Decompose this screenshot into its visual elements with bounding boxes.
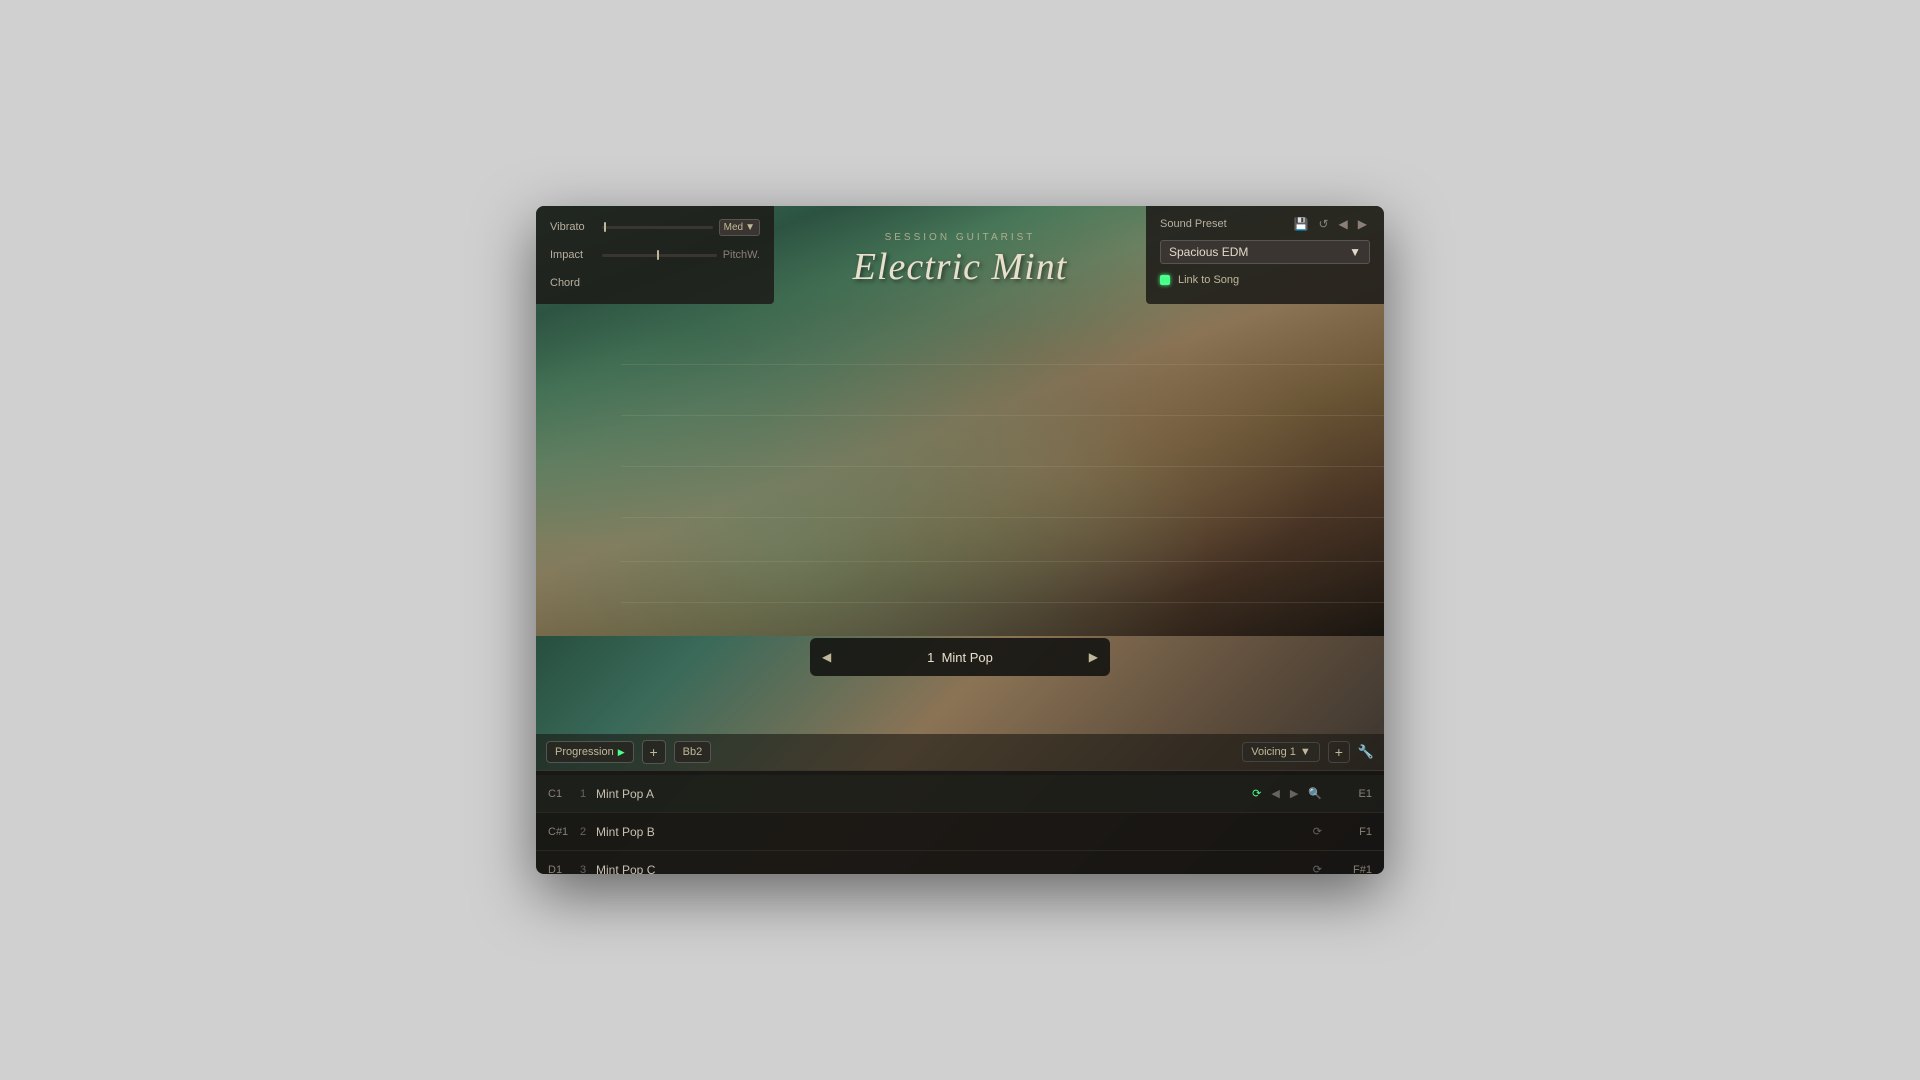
pitchw-label: PitchW. <box>723 249 760 261</box>
pattern-list: C1 1 Mint Pop A ⟳ ◀ ▶ 🔍 E1 C#1 2 Mint Po… <box>536 771 1384 874</box>
left-controls-panel: Vibrato Med ▼ Impact PitchW. Chord <box>536 206 774 304</box>
pattern-prev-btn-0[interactable]: ◀ <box>1269 785 1281 802</box>
link-to-song-row: Link to Song <box>1160 274 1370 286</box>
pattern-next-btn-0[interactable]: ▶ <box>1288 785 1300 802</box>
preset-dropdown[interactable]: Spacious EDM ▼ <box>1160 240 1370 264</box>
pattern-note-0: C1 <box>548 788 580 800</box>
pattern-next-btn[interactable]: ▶ <box>1081 646 1106 668</box>
vibrato-row: Vibrato Med ▼ <box>550 216 760 238</box>
impact-row: Impact PitchW. <box>550 244 760 266</box>
add-pattern-btn[interactable]: + <box>642 740 666 764</box>
preset-prev-btn[interactable]: ◀ <box>1336 216 1351 232</box>
play-icon: ▶ <box>618 747 625 758</box>
pattern-number-2: 3 <box>580 864 596 875</box>
sound-preset-header: Sound Preset 💾 ↺ ◀ ▶ <box>1160 216 1370 232</box>
voicing-dropdown-arrow: ▼ <box>1300 746 1311 758</box>
pattern-name-2: Mint Pop C <box>596 863 1311 875</box>
preset-next-btn[interactable]: ▶ <box>1355 216 1370 232</box>
pattern-icons-0: ⟳ ◀ ▶ 🔍 <box>1250 785 1324 802</box>
plugin-title: Electric Mint <box>853 247 1068 289</box>
dropdown-chevron-icon: ▼ <box>1349 245 1361 259</box>
vibrato-thumb <box>604 222 606 232</box>
impact-thumb <box>657 250 659 260</box>
pattern-note-2: D1 <box>548 864 580 875</box>
pattern-name-0: Mint Pop A <box>596 787 1250 801</box>
voicing-settings-btn[interactable]: 🔧 <box>1358 744 1374 760</box>
pattern-loop-btn-2[interactable]: ⟳ <box>1311 861 1324 874</box>
pattern-note-right-1: F1 <box>1340 826 1372 838</box>
sound-preset-label: Sound Preset <box>1160 218 1227 230</box>
voicing-dropdown[interactable]: Voicing 1 ▼ <box>1242 742 1320 762</box>
voicing-add-btn[interactable]: + <box>1328 741 1350 763</box>
pattern-note-1: C#1 <box>548 826 580 838</box>
preset-name: Spacious EDM <box>1169 245 1248 259</box>
table-row[interactable]: C1 1 Mint Pop A ⟳ ◀ ▶ 🔍 E1 <box>536 775 1384 813</box>
med-dropdown[interactable]: Med ▼ <box>719 219 760 236</box>
bottom-panel: C1 1 Mint Pop A ⟳ ◀ ▶ 🔍 E1 C#1 2 Mint Po… <box>536 770 1384 874</box>
pattern-prev-btn[interactable]: ◀ <box>814 646 839 668</box>
plugin-subtitle: SESSION GUITARIST <box>885 232 1036 243</box>
chord-row: Chord <box>550 272 760 294</box>
pattern-loop-btn-0[interactable]: ⟳ <box>1250 785 1263 802</box>
chord-label: Chord <box>550 277 580 289</box>
table-row[interactable]: D1 3 Mint Pop C ⟳ F#1 <box>536 851 1384 874</box>
header-bar: Vibrato Med ▼ Impact PitchW. Chord <box>536 206 1384 304</box>
table-row[interactable]: C#1 2 Mint Pop B ⟳ F1 <box>536 813 1384 851</box>
vibrato-slider[interactable] <box>602 226 713 229</box>
preset-controls: 💾 ↺ ◀ ▶ <box>1291 216 1370 232</box>
progression-btn[interactable]: Progression ▶ <box>546 741 634 763</box>
pattern-note-right-0: E1 <box>1340 788 1372 800</box>
pattern-icons-2: ⟳ <box>1311 861 1324 874</box>
pattern-nav: ◀ 1 Mint Pop ▶ <box>810 638 1110 676</box>
impact-slider[interactable] <box>602 254 717 257</box>
pattern-note-right-2: F#1 <box>1340 864 1372 875</box>
right-preset-panel: Sound Preset 💾 ↺ ◀ ▶ Spacious EDM ▼ Link… <box>1146 206 1384 304</box>
pattern-icons-1: ⟳ <box>1311 823 1324 840</box>
link-to-song-label: Link to Song <box>1178 274 1239 286</box>
progression-bar: Progression ▶ + Bb2 Voicing 1 ▼ + 🔧 <box>536 734 1384 770</box>
header-center: SESSION GUITARIST Electric Mint <box>774 206 1146 304</box>
pattern-number-1: 2 <box>580 826 596 838</box>
preset-reset-btn[interactable]: ↺ <box>1315 216 1331 232</box>
link-to-song-led[interactable] <box>1160 275 1170 285</box>
progression-label: Progression <box>555 746 614 758</box>
plugin-window: Vibrato Med ▼ Impact PitchW. Chord <box>536 206 1384 874</box>
pattern-nav-label: 1 Mint Pop <box>839 650 1081 665</box>
pattern-name-1: Mint Pop B <box>596 825 1311 839</box>
pattern-search-btn-0[interactable]: 🔍 <box>1306 785 1324 802</box>
preset-save-btn[interactable]: 💾 <box>1291 216 1312 232</box>
pattern-number-0: 1 <box>580 788 596 800</box>
voicing-label: Voicing 1 <box>1251 746 1296 758</box>
vibrato-label: Vibrato <box>550 221 596 233</box>
impact-label: Impact <box>550 249 596 261</box>
main-content: Progression ▶ + Bb2 Voicing 1 ▼ + 🔧 C1 1… <box>536 734 1384 874</box>
key-badge[interactable]: Bb2 <box>674 741 712 763</box>
pattern-loop-btn-1[interactable]: ⟳ <box>1311 823 1324 840</box>
